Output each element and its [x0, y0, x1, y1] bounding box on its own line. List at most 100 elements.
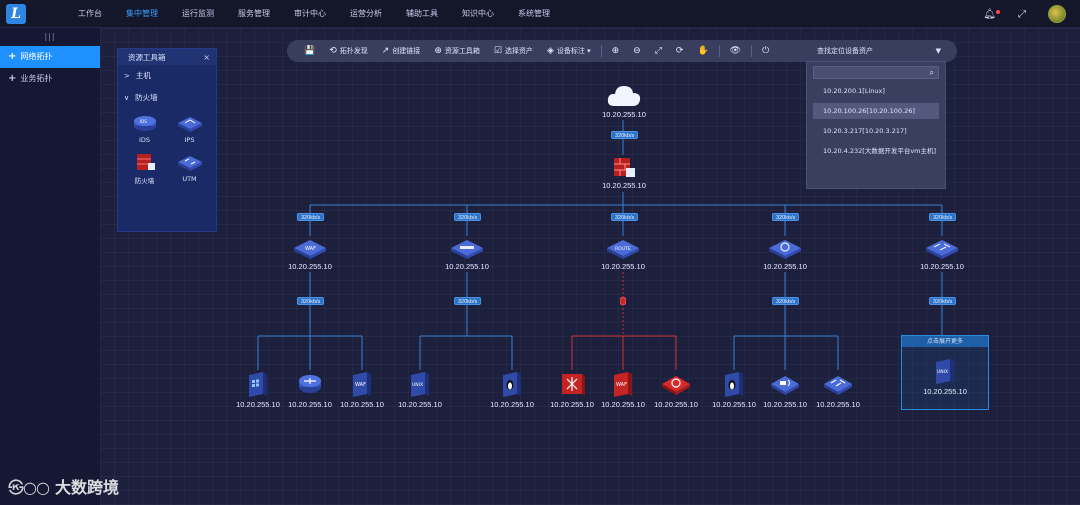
topology-node-switch-3[interactable]: ROUTE 10.20.255.10	[597, 236, 649, 271]
topology-node-switch-2[interactable]: 10.20.255.10	[441, 236, 493, 271]
topology-discover-button[interactable]: ⟲ 拓扑发现	[322, 40, 375, 62]
tag-icon: ◈	[546, 46, 554, 56]
bell-icon[interactable]: 🔔︎	[983, 9, 1000, 20]
node-label: 10.20.255.10	[288, 400, 332, 409]
link-rate-badge: 320kb/s	[454, 297, 482, 305]
toolbox-item-ids[interactable]: IDS IDS	[122, 113, 167, 144]
dropdown-option[interactable]: 10.20.4.232[大数据开发平台vm主机]	[813, 143, 939, 159]
topology-node-router[interactable]: 10.20.255.10	[284, 370, 336, 409]
link-rate-badge: 320kb/s	[929, 213, 957, 221]
alert-shield-icon	[662, 376, 690, 395]
topology-node-linux-host-2[interactable]: 10.20.255.10	[708, 370, 760, 409]
wireless-ap-icon	[771, 376, 799, 395]
select-asset-button[interactable]: ☑ 选择资产	[487, 40, 540, 62]
nav-item-system-management[interactable]: 系统管理	[506, 0, 562, 28]
cloud-icon	[607, 86, 641, 106]
node-label: 10.20.255.10	[601, 262, 645, 271]
topology-node-wireless[interactable]: 10.20.255.10	[759, 370, 811, 409]
toolbox-item-label: 防火墙	[134, 177, 155, 185]
topology-node-switch-5[interactable]: 10.20.255.10	[916, 236, 968, 271]
fit-view-button[interactable]: ⤢	[648, 40, 669, 62]
link-rate-badge: 320kb/s	[772, 213, 800, 221]
zoom-in-button[interactable]: ⊕	[605, 40, 627, 62]
nav-item-service-management[interactable]: 服务管理	[226, 0, 282, 28]
sidebar-collapse-handle[interactable]: |||	[0, 28, 100, 46]
toolbox-item-ips[interactable]: IPS	[167, 113, 212, 144]
view-button[interactable]: 👁	[723, 40, 748, 62]
nav-item-audit-center[interactable]: 审计中心	[282, 0, 338, 28]
zoom-in-icon: ⊕	[611, 46, 620, 56]
fullscreen-icon[interactable]: ⤢	[1018, 9, 1026, 20]
node-label: 10.20.255.10	[923, 387, 967, 396]
topology-node-alert-shield[interactable]: 10.20.255.10	[650, 370, 702, 409]
toolbox-item-firewall[interactable]: 防火墙	[122, 152, 167, 185]
topology-node-unix-host[interactable]: UNIX 10.20.255.10	[394, 370, 446, 409]
topology-node-firewall[interactable]: 10.20.255.10	[598, 155, 650, 190]
asset-locator-select[interactable]: 查找定位设备资产 ▼	[817, 46, 947, 56]
topology-node-switch-4[interactable]: 10.20.255.10	[759, 236, 811, 271]
dropdown-option[interactable]: 10.20.3.217[10.20.3.217]	[813, 123, 939, 139]
expand-more-link[interactable]: 点击展开更多	[902, 336, 988, 347]
group-label: 防火墙	[135, 93, 158, 102]
toolbox-group-host[interactable]: > 主机	[118, 65, 216, 87]
dropdown-option-selected[interactable]: 10.20.100.26[10.20.100.26]	[813, 103, 939, 119]
topology-node-unix-group[interactable]: UNIX 10.20.255.10	[919, 357, 971, 396]
sidebar: ||| + 网络拓扑 + 业务拓扑	[0, 28, 100, 505]
eye-icon: 👁	[729, 46, 742, 56]
svg-text:IDS: IDS	[140, 119, 147, 124]
save-button[interactable]: 💾	[297, 40, 322, 62]
node-label: 10.20.255.10	[445, 262, 489, 271]
checkbox-icon: ☑	[493, 46, 502, 56]
topology-node-waf-host[interactable]: WAF 10.20.255.10	[336, 370, 388, 409]
watermark-logo: ㉿○○	[8, 478, 50, 497]
topology-node-cloud[interactable]: 10.20.255.10	[598, 82, 650, 119]
link-rate-badge: 320kb/s	[454, 213, 482, 221]
utm-icon	[177, 156, 202, 171]
nav-item-workbench[interactable]: 工作台	[66, 0, 114, 28]
device-annotate-button[interactable]: ◈ 设备标注 ▾	[540, 40, 598, 62]
save-icon: 💾	[304, 46, 316, 56]
dropdown-option[interactable]: 10.20.200.1[Linux]	[813, 83, 939, 99]
resource-toolbox-button[interactable]: ⊕ 资源工具箱	[427, 40, 487, 62]
pan-button[interactable]: ✋	[690, 40, 715, 62]
sidebar-item-network-topology[interactable]: + 网络拓扑	[0, 46, 100, 68]
unix-server-icon: UNIX	[936, 359, 954, 384]
asset-search-input[interactable]	[814, 67, 938, 78]
nav-item-monitoring[interactable]: 运行监测	[170, 0, 226, 28]
nav-item-aux-tools[interactable]: 辅助工具	[394, 0, 450, 28]
resource-toolbox-panel: 资源工具箱 × > 主机 ∨ 防火墙 IDS IDS IPS 防火墙 UTM	[117, 48, 217, 232]
svg-text:WAF: WAF	[305, 246, 316, 252]
link-rate-badge: 320kb/s	[611, 131, 639, 139]
toolbox-header[interactable]: 资源工具箱 ×	[118, 49, 216, 65]
toolbox-group-firewall[interactable]: ∨ 防火墙	[118, 87, 216, 109]
topology-node-alert-router[interactable]: 10.20.255.10	[546, 370, 598, 409]
avatar[interactable]	[1048, 5, 1066, 23]
app-logo[interactable]: L	[6, 4, 26, 24]
topology-node-alert-waf[interactable]: WAF 10.20.255.10	[597, 370, 649, 409]
nav-item-operation-analysis[interactable]: 运营分析	[338, 0, 394, 28]
waf-device-icon: WAF	[294, 240, 326, 259]
node-label: 10.20.255.10	[920, 262, 964, 271]
topology-node-linux-host[interactable]: 10.20.255.10	[486, 370, 538, 409]
node-label: 10.20.255.10	[763, 400, 807, 409]
topology-node-windows-host[interactable]: 10.20.255.10	[232, 370, 284, 409]
nat-device-icon	[926, 240, 958, 259]
sidebar-item-business-topology[interactable]: + 业务拓扑	[0, 68, 100, 90]
nav-item-knowledge-center[interactable]: 知识中心	[450, 0, 506, 28]
create-link-button[interactable]: ↗ 创建链接	[375, 40, 428, 62]
search-icon[interactable]: ⌕	[930, 67, 934, 79]
toolbox-item-utm[interactable]: UTM	[167, 152, 212, 185]
zoom-out-button[interactable]: ⊖	[626, 40, 648, 62]
node-label: 10.20.255.10	[398, 400, 442, 409]
shield-device-icon	[769, 240, 801, 259]
refresh-button[interactable]: ⟳	[669, 40, 691, 62]
close-icon[interactable]: ×	[203, 53, 210, 62]
topology-node-nat[interactable]: 10.20.255.10	[812, 370, 864, 409]
node-label: 10.20.255.10	[340, 400, 384, 409]
top-bar: L 工作台 集中管理 运行监测 服务管理 审计中心 运营分析 辅助工具 知识中心…	[0, 0, 1080, 28]
link-rate-badge: 320kb/s	[611, 213, 639, 221]
nav-item-central-management[interactable]: 集中管理	[114, 0, 170, 28]
reset-button[interactable]: ⏻	[755, 40, 776, 62]
chevron-down-icon: ∨	[124, 94, 130, 102]
topology-node-switch-waf[interactable]: WAF 10.20.255.10	[284, 236, 336, 271]
